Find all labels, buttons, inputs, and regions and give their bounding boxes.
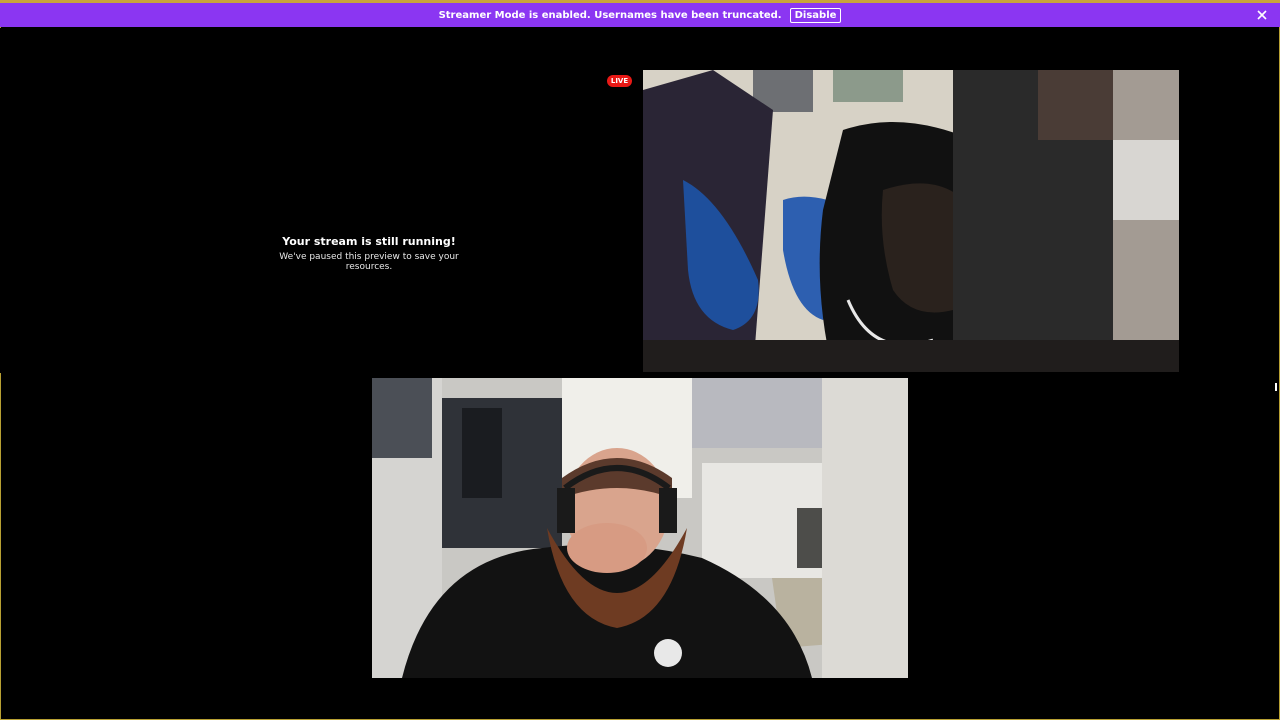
streamer-mode-message: Streamer Mode is enabled. Usernames have… [438, 9, 782, 21]
disable-streamer-mode-button[interactable]: Disable [789, 7, 842, 23]
streamer-mode-banner: Streamer Mode is enabled. Usernames have… [0, 3, 1280, 27]
camera-feed-2-image [372, 378, 908, 678]
close-icon[interactable] [1254, 7, 1270, 23]
live-badge: LIVE [607, 75, 632, 87]
paused-preview-title: Your stream is still running! [282, 235, 456, 248]
paused-preview-message: Your stream is still running! We've paus… [260, 235, 478, 272]
window-edge-marker [1275, 378, 1278, 391]
camera-feed-2 [372, 378, 908, 678]
camera-feed-1-image [643, 70, 1179, 372]
camera-feed-1 [643, 70, 1179, 372]
paused-preview-subtitle: We've paused this preview to save your r… [279, 252, 459, 272]
stream-preview-panel: Your stream is still running! We've paus… [0, 28, 640, 373]
